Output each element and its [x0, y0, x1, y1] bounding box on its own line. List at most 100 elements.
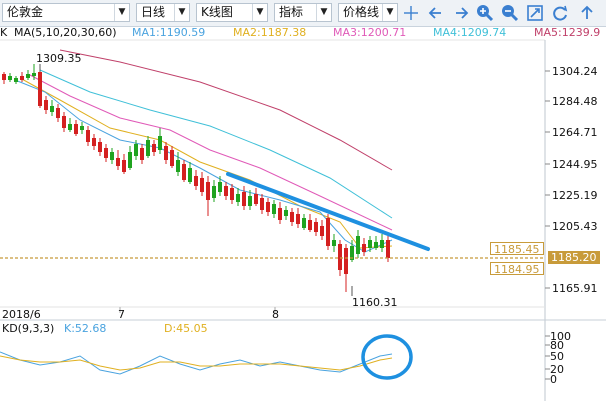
chevron-down-icon: ▼: [382, 4, 397, 21]
candle-body: [122, 160, 126, 172]
kd-axis-label: 50: [550, 350, 564, 363]
candle-body: [206, 182, 210, 200]
price-axis-label: 1244.95: [552, 158, 598, 171]
candle-body: [290, 212, 294, 222]
candle-body: [176, 160, 180, 172]
low-price-label: 1160.31: [352, 296, 398, 309]
price-axis-label: 1264.71: [552, 126, 598, 139]
candle-body: [134, 144, 138, 156]
chevron-down-icon: ▼: [316, 4, 331, 21]
candle-body: [116, 158, 120, 166]
candle-body: [356, 236, 360, 254]
price-line-dropdown[interactable]: 价格线 ▼: [338, 3, 398, 22]
current-price-tag: 1185.20: [548, 251, 600, 264]
fit-icon[interactable]: [525, 3, 545, 23]
symbol-label: 伦敦金: [7, 5, 44, 19]
candle-body: [368, 240, 372, 248]
candle-body: [374, 242, 378, 248]
period-label: 日线: [141, 5, 166, 19]
ma-line: [59, 49, 393, 171]
price-axis-label: 1225.19: [552, 189, 598, 202]
candle-body: [338, 244, 342, 270]
ma-line: [14, 79, 393, 253]
candle-body: [38, 72, 42, 106]
ma-line: [29, 74, 393, 231]
time-label-july: 7: [118, 308, 125, 321]
ma3-value: MA3:1200.71: [333, 26, 407, 39]
candle-body: [158, 136, 162, 150]
symbol-dropdown[interactable]: 伦敦金 ▼: [2, 3, 130, 22]
candle-body: [296, 214, 300, 224]
price-axis-label: 1304.24: [552, 65, 598, 78]
price-tag-1184-95: 1184.95: [490, 262, 544, 276]
candle-body: [20, 76, 24, 80]
arrow-left-icon[interactable]: [426, 3, 446, 23]
indicator-label: 指标: [279, 5, 304, 19]
price-axis-label: 1205.43: [552, 220, 598, 233]
ma-line: [19, 77, 393, 249]
time-label-august: 8: [272, 308, 279, 321]
candle-body: [62, 116, 66, 128]
candle-body: [74, 124, 78, 134]
candle-body: [170, 150, 174, 166]
price-axis-label: 1165.91: [552, 282, 598, 295]
candle-body: [2, 74, 6, 80]
kd-d-value: D:45.05: [164, 322, 208, 335]
candle-body: [8, 76, 12, 80]
zoom-out-icon[interactable]: [500, 3, 520, 23]
chevron-down-icon: ▼: [174, 4, 189, 21]
price-axis-label: 1284.48: [552, 95, 598, 108]
candle-body: [194, 176, 198, 186]
price-chart: 1304.24 1284.48 1264.71 1244.95 1225.19 1205.…: [0, 39, 606, 401]
ma-line: [39, 69, 393, 219]
kd-axis-label: 80: [550, 339, 564, 352]
ma5-value: MA5:1239.9: [534, 26, 601, 39]
chart-type-label: K线图: [201, 5, 233, 19]
candle-body: [188, 168, 192, 182]
chart-type-dropdown[interactable]: K线图 ▼: [196, 3, 268, 22]
candle-body: [386, 240, 390, 258]
candle-body: [230, 188, 234, 200]
crosshair-icon[interactable]: [401, 3, 421, 23]
kd-axis-label: 0: [550, 373, 557, 386]
candle-body: [212, 186, 216, 198]
candle-body: [314, 222, 318, 232]
kd-d-line: [0, 355, 393, 371]
candle-body: [200, 178, 204, 192]
period-dropdown[interactable]: 日线 ▼: [136, 3, 190, 22]
refresh-icon[interactable]: [550, 3, 570, 23]
candle-body: [182, 164, 186, 180]
candle-body: [284, 210, 288, 216]
chevron-down-icon: ▼: [114, 4, 129, 21]
time-label-start: 2018/6: [2, 308, 41, 321]
price-tag-1185-45: 1185.45: [490, 242, 544, 256]
arrow-right-icon[interactable]: [451, 3, 471, 23]
candle-body: [218, 182, 222, 192]
ma4-value: MA4:1209.74: [433, 26, 507, 39]
candle-body: [104, 148, 108, 158]
candle-body: [344, 248, 348, 274]
candle-body: [32, 73, 36, 76]
ma2-value: MA2:1187.38: [233, 26, 307, 39]
candle-body: [326, 218, 330, 246]
zoom-in-icon[interactable]: [475, 3, 495, 23]
ma1-value: MA1:1190.59: [132, 26, 206, 39]
candle-body: [266, 202, 270, 212]
candle-body: [128, 152, 132, 168]
candle-body: [224, 186, 228, 196]
candle-body: [26, 74, 30, 78]
candle-body: [362, 244, 366, 252]
trendline[interactable]: [226, 172, 430, 251]
candle-body: [260, 198, 264, 210]
candle-body: [80, 126, 84, 130]
indicator-dropdown[interactable]: 指标 ▼: [274, 3, 332, 22]
highlight-circle[interactable]: [361, 334, 413, 380]
arrow-up-icon[interactable]: [577, 3, 597, 23]
candle-body: [140, 148, 144, 160]
price-line-label: 价格线: [343, 5, 380, 19]
candle-body: [380, 240, 384, 248]
candle-body: [248, 196, 252, 206]
candle-body: [92, 138, 96, 146]
kd-k-value: K:52.68: [64, 322, 107, 335]
candle-body: [308, 220, 312, 230]
